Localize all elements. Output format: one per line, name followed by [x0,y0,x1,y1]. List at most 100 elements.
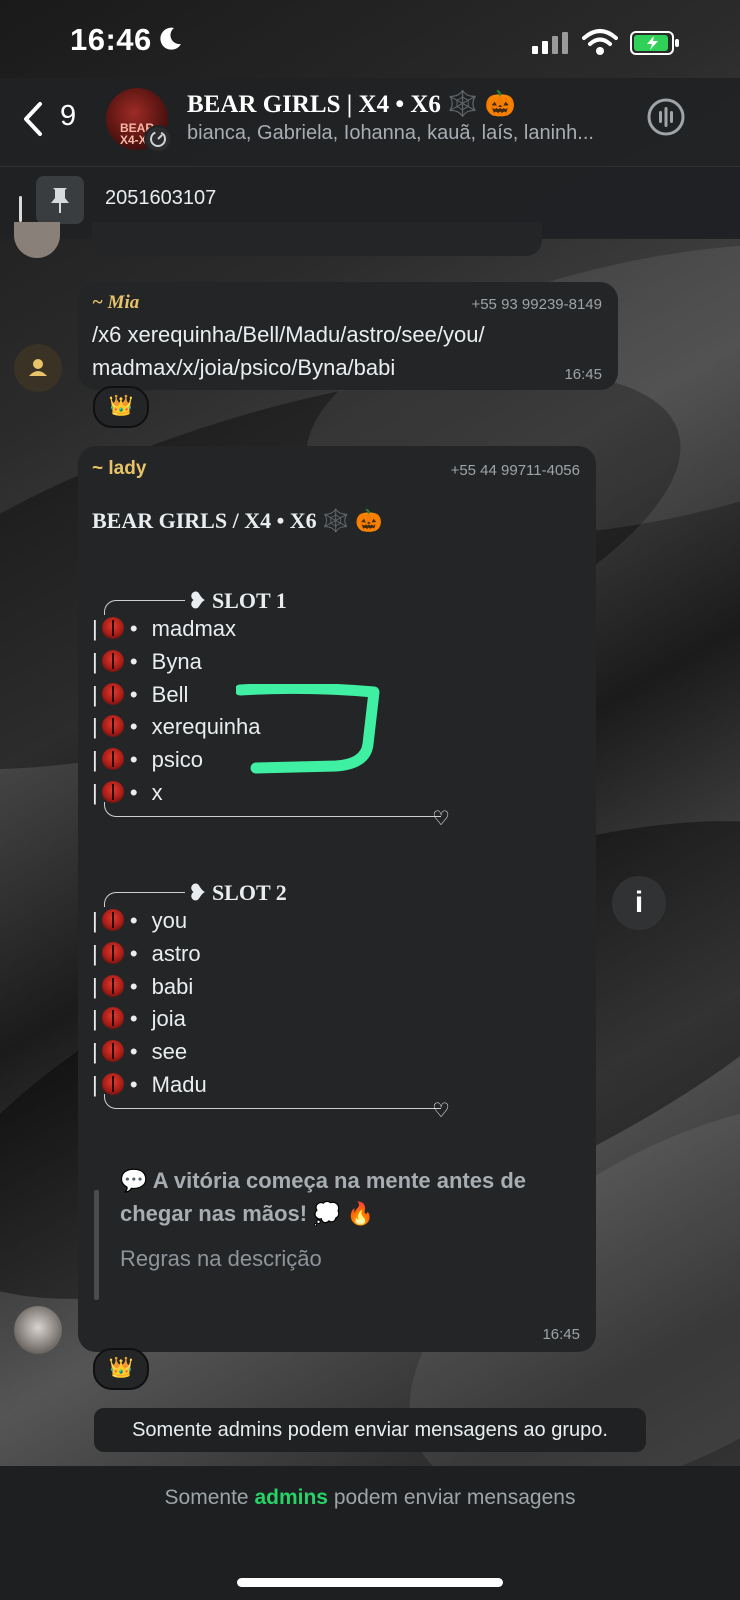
disappearing-timer-icon [144,125,172,153]
ladybug-icon [101,781,124,803]
ladybug-icon [101,1073,124,1095]
bullet: • [123,616,144,641]
text-pre: Somente [164,1486,249,1509]
row-bar: | [92,714,98,740]
ladybug-icon [101,682,124,705]
reaction-crown[interactable]: 👑 [93,386,149,428]
frame-corner [104,802,441,817]
row-bar: | [92,1006,98,1032]
ladybug-icon [101,1007,124,1030]
row-bar: | [92,908,98,933]
slot-header: ❥ SLOT 2 [188,880,287,906]
row-bar: | [92,1039,98,1065]
slot-player-row: | • astro [92,941,201,967]
player-name: madmax [151,616,237,641]
row-bar: | [92,681,98,707]
battery-charging-icon [630,31,679,55]
ladybug-icon [101,617,124,639]
status-time: 16:46 [70,22,152,57]
message-line: /x6 xerequinha/Bell/Madu/astro/see/you/ [92,322,485,347]
bullet: • [123,973,144,999]
player-name: Byna [151,648,202,674]
bullet: • [123,648,144,674]
text-post: podem enviar mensagens [333,1486,576,1509]
composer-disabled-text: Somente admins podem enviar mensagens [0,1486,740,1510]
message-line: madmax/x/joia/psico/Byna/babi [92,355,396,380]
heart-icon: ♡ [432,808,450,830]
slot-player-row: | • psico [92,747,203,773]
player-name: see [151,1039,188,1065]
player-name: babi [151,973,194,999]
group-members[interactable]: bianca, Gabriela, Iohanna, kauã, laís, l… [187,122,627,145]
ladybug-icon [101,1040,124,1063]
bullet: • [123,940,144,966]
row-bar: | [92,648,98,674]
quote-line: 💬 A vitória começa na mente antes de [120,1168,527,1193]
annotation-scribble [236,684,380,774]
ladybug-icon [101,974,124,997]
pinned-indicator [19,196,22,222]
quote-bar [94,1190,99,1300]
bullet: • [123,1006,144,1032]
player-name: joia [151,1006,186,1032]
row-bar: | [92,747,98,773]
pin-icon [36,176,84,224]
back-chevron-icon[interactable] [18,100,48,138]
ladybug-icon [101,649,124,672]
quote-line: chegar nas mãos! 💭 🔥 [120,1201,375,1226]
group-title[interactable]: BEAR GIRLS | X4 • X6 🕸️ 🎃 [187,90,516,119]
player-name: psico [151,747,204,773]
reaction-crown[interactable]: 👑 [93,1348,149,1390]
message-title: BEAR GIRLS / X4 • X6 🕸️ 🎃 [92,508,383,533]
message-time: 16:45 [564,366,602,383]
heart-icon: ♡ [432,1100,450,1122]
slot-header-label: SLOT 2 [211,880,287,905]
frame-corner [104,892,185,907]
bullet: • [123,1039,144,1065]
message-bubble-mia[interactable]: ~ Mia +55 93 99239-8149 /x6 xerequinha/B… [78,282,618,390]
back-unread-count[interactable]: 9 [60,100,76,133]
voice-chat-icon[interactable] [646,97,686,137]
row-bar: | [92,973,98,999]
bullet: • [123,908,144,933]
info-button[interactable]: i [612,876,666,930]
row-bar: | [92,616,98,641]
row-bar: | [92,1072,98,1097]
admins-link[interactable]: admins [254,1486,328,1509]
message-bubble-lady[interactable]: ~ lady +55 44 99711-4056 BEAR GIRLS / X4… [78,446,596,1352]
row-bar: | [92,940,98,966]
heart-arrow-icon: ❥ [188,588,207,613]
message-time: 16:45 [542,1326,580,1343]
slot-player-row: | • babi [92,974,193,1000]
frame-corner [104,1094,441,1109]
slot-player-row: | • joia [92,1006,186,1032]
ladybug-icon [101,909,124,931]
home-indicator[interactable] [237,1578,503,1587]
bullet: • [123,681,144,707]
sender-name[interactable]: ~ Mia [92,292,139,314]
slot-player-row: | • Byna [92,649,202,675]
avatar[interactable] [14,1306,62,1354]
slot-player-row: | • you [92,908,187,934]
player-name: astro [151,940,201,966]
sender-phone: +55 93 99239-8149 [471,296,602,313]
player-name: you [151,908,188,933]
sender-name[interactable]: ~ lady [92,458,146,480]
pinned-message-text: 2051603107 [105,187,217,209]
heart-arrow-icon: ❥ [188,880,207,905]
ladybug-icon [101,748,124,771]
slot-header-label: SLOT 1 [211,588,287,613]
admin-only-notice: Somente admins podem enviar mensagens ao… [94,1408,646,1452]
default-avatar[interactable] [14,344,62,392]
row-bar: | [92,780,98,805]
slot-player-row: | • madmax [92,616,236,642]
player-name: Bell [151,681,189,707]
partial-message-bubble[interactable] [92,222,542,256]
slot-player-row: | • see [92,1039,187,1065]
sender-phone: +55 44 99711-4056 [450,462,580,479]
ladybug-icon [101,715,124,738]
slot-header: ❥ SLOT 1 [188,588,287,614]
person-icon [29,359,47,376]
bullet: • [123,714,144,740]
wifi-icon [582,29,618,55]
